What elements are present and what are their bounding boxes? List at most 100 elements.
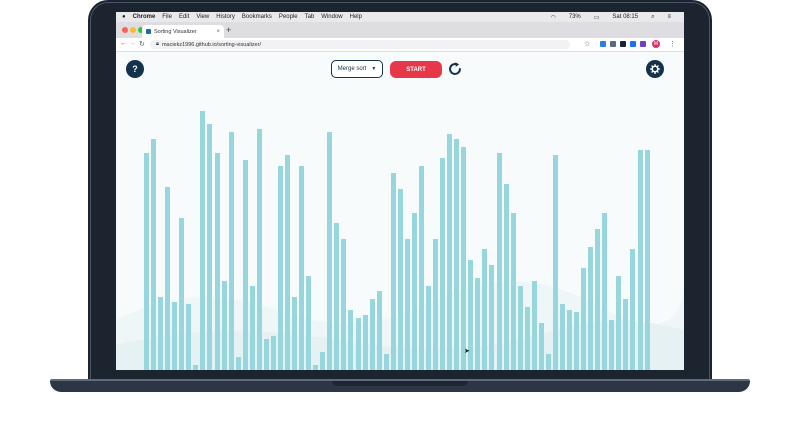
array-bar [242,160,248,370]
url-text: maciekz1996.github.io/sorting-visualizer… [161,41,261,48]
array-bar [348,310,354,370]
reload-button[interactable]: ↻ [139,40,145,48]
array-bar [433,239,439,370]
array-bar [581,268,587,370]
array-bar [256,129,262,370]
array-bar [390,173,396,370]
algorithm-select-value: Merge sort [337,66,367,72]
array-bar [602,213,608,370]
array-bar [644,150,650,370]
array-bar [440,158,446,370]
array-bar [186,304,192,370]
array-bar [559,304,565,370]
array-bar [510,213,516,370]
array-bar [369,299,375,370]
tab-title: Sorting Visualizer [154,28,197,35]
battery-percent: 73% [568,14,581,20]
new-tab-button[interactable]: + [226,25,231,35]
tab-sorting-visualizer[interactable]: Sorting Visualizer × [142,25,224,38]
array-bar [313,365,319,370]
array-bar [376,291,382,370]
settings-button[interactable] [646,60,664,78]
minimize-window-button[interactable] [130,27,136,33]
menu-window[interactable]: Window [321,14,342,20]
array-bar [496,153,502,370]
array-bar [404,239,410,370]
tab-strip: Sorting Visualizer × + [116,22,684,38]
browser-menu-icon[interactable]: ⋮ [669,40,676,48]
control-center-icon[interactable]: ≡ [667,14,671,20]
array-bar [270,336,276,370]
array-bar [179,218,185,370]
reset-icon[interactable] [446,60,464,78]
array-bar [623,299,629,370]
wifi-icon[interactable]: ◠ [550,14,555,21]
laptop-opening-notch [332,381,468,386]
array-bar [454,139,460,370]
algorithm-select[interactable]: Merge sort ▼ [331,60,383,78]
lock-icon: 🔒︎ [156,41,159,47]
extension-icon[interactable] [620,41,626,47]
forward-button[interactable]: → [129,40,136,47]
array-bar [320,352,326,370]
array-bar [362,315,368,370]
array-bar [214,153,220,370]
array-bar [574,312,580,370]
array-bar [200,111,206,370]
bookmark-star-icon[interactable]: ☆ [584,40,590,48]
array-bar [397,189,403,370]
extension-icon[interactable] [600,41,606,47]
menu-chrome[interactable]: Chrome [133,14,156,20]
array-bar [172,302,178,370]
array-bar [630,249,636,370]
help-button[interactable]: ? [126,60,144,78]
screen: ● Chrome File Edit View History Bookmark… [116,12,684,370]
back-button[interactable]: ← [120,40,127,47]
menu-people[interactable]: People [279,14,298,20]
apple-icon[interactable]: ● [122,14,126,20]
extension-icon[interactable] [610,41,616,47]
array-bar [517,286,523,370]
array-bar [545,354,551,370]
menu-help[interactable]: Help [350,14,362,20]
array-bar [355,318,361,370]
extension-icon[interactable] [640,41,646,47]
battery-icon[interactable]: ▭ [594,14,600,21]
menu-history[interactable]: History [216,14,235,20]
array-bar [411,213,417,370]
clock[interactable]: Sat 08:15 [612,14,638,20]
array-bar [228,132,234,370]
array-bar [285,155,290,370]
menubar-status: ◠ 73% ▭ Sat 08:15 ⌕ ≡ [550,12,678,22]
array-bar [221,281,227,370]
array-bar [503,184,509,370]
menu-file[interactable]: File [162,14,172,20]
menu-bookmarks[interactable]: Bookmarks [242,14,272,20]
array-bar [151,139,157,370]
extension-icon[interactable] [630,41,636,47]
search-icon[interactable]: ⌕ [651,14,654,21]
tab-close-icon[interactable]: × [216,29,220,35]
array-bar [158,297,164,370]
array-bar [249,286,255,370]
address-bar[interactable]: 🔒︎ maciekz1996.github.io/sorting-visuali… [150,40,570,49]
start-button[interactable]: START [390,61,442,78]
chevron-down-icon: ▼ [371,66,377,72]
array-bar [144,153,149,370]
profile-avatar[interactable]: M [652,40,660,48]
menu-tab[interactable]: Tab [305,14,315,20]
menu-edit[interactable]: Edit [179,14,189,20]
mac-menubar: ● Chrome File Edit View History Bookmark… [116,12,684,22]
browser-toolbar: ← → ↻ 🔒︎ maciekz1996.github.io/sorting-v… [116,38,684,52]
menu-view[interactable]: View [196,14,209,20]
array-bar [595,229,601,370]
array-bar [482,249,488,370]
array-bar [637,150,643,370]
array-bar [447,134,453,370]
array-bar [552,155,558,370]
close-window-button[interactable] [122,27,128,33]
array-bar [567,310,572,370]
array-bar [277,166,283,370]
favicon-icon [146,29,151,34]
gear-icon [650,64,660,74]
